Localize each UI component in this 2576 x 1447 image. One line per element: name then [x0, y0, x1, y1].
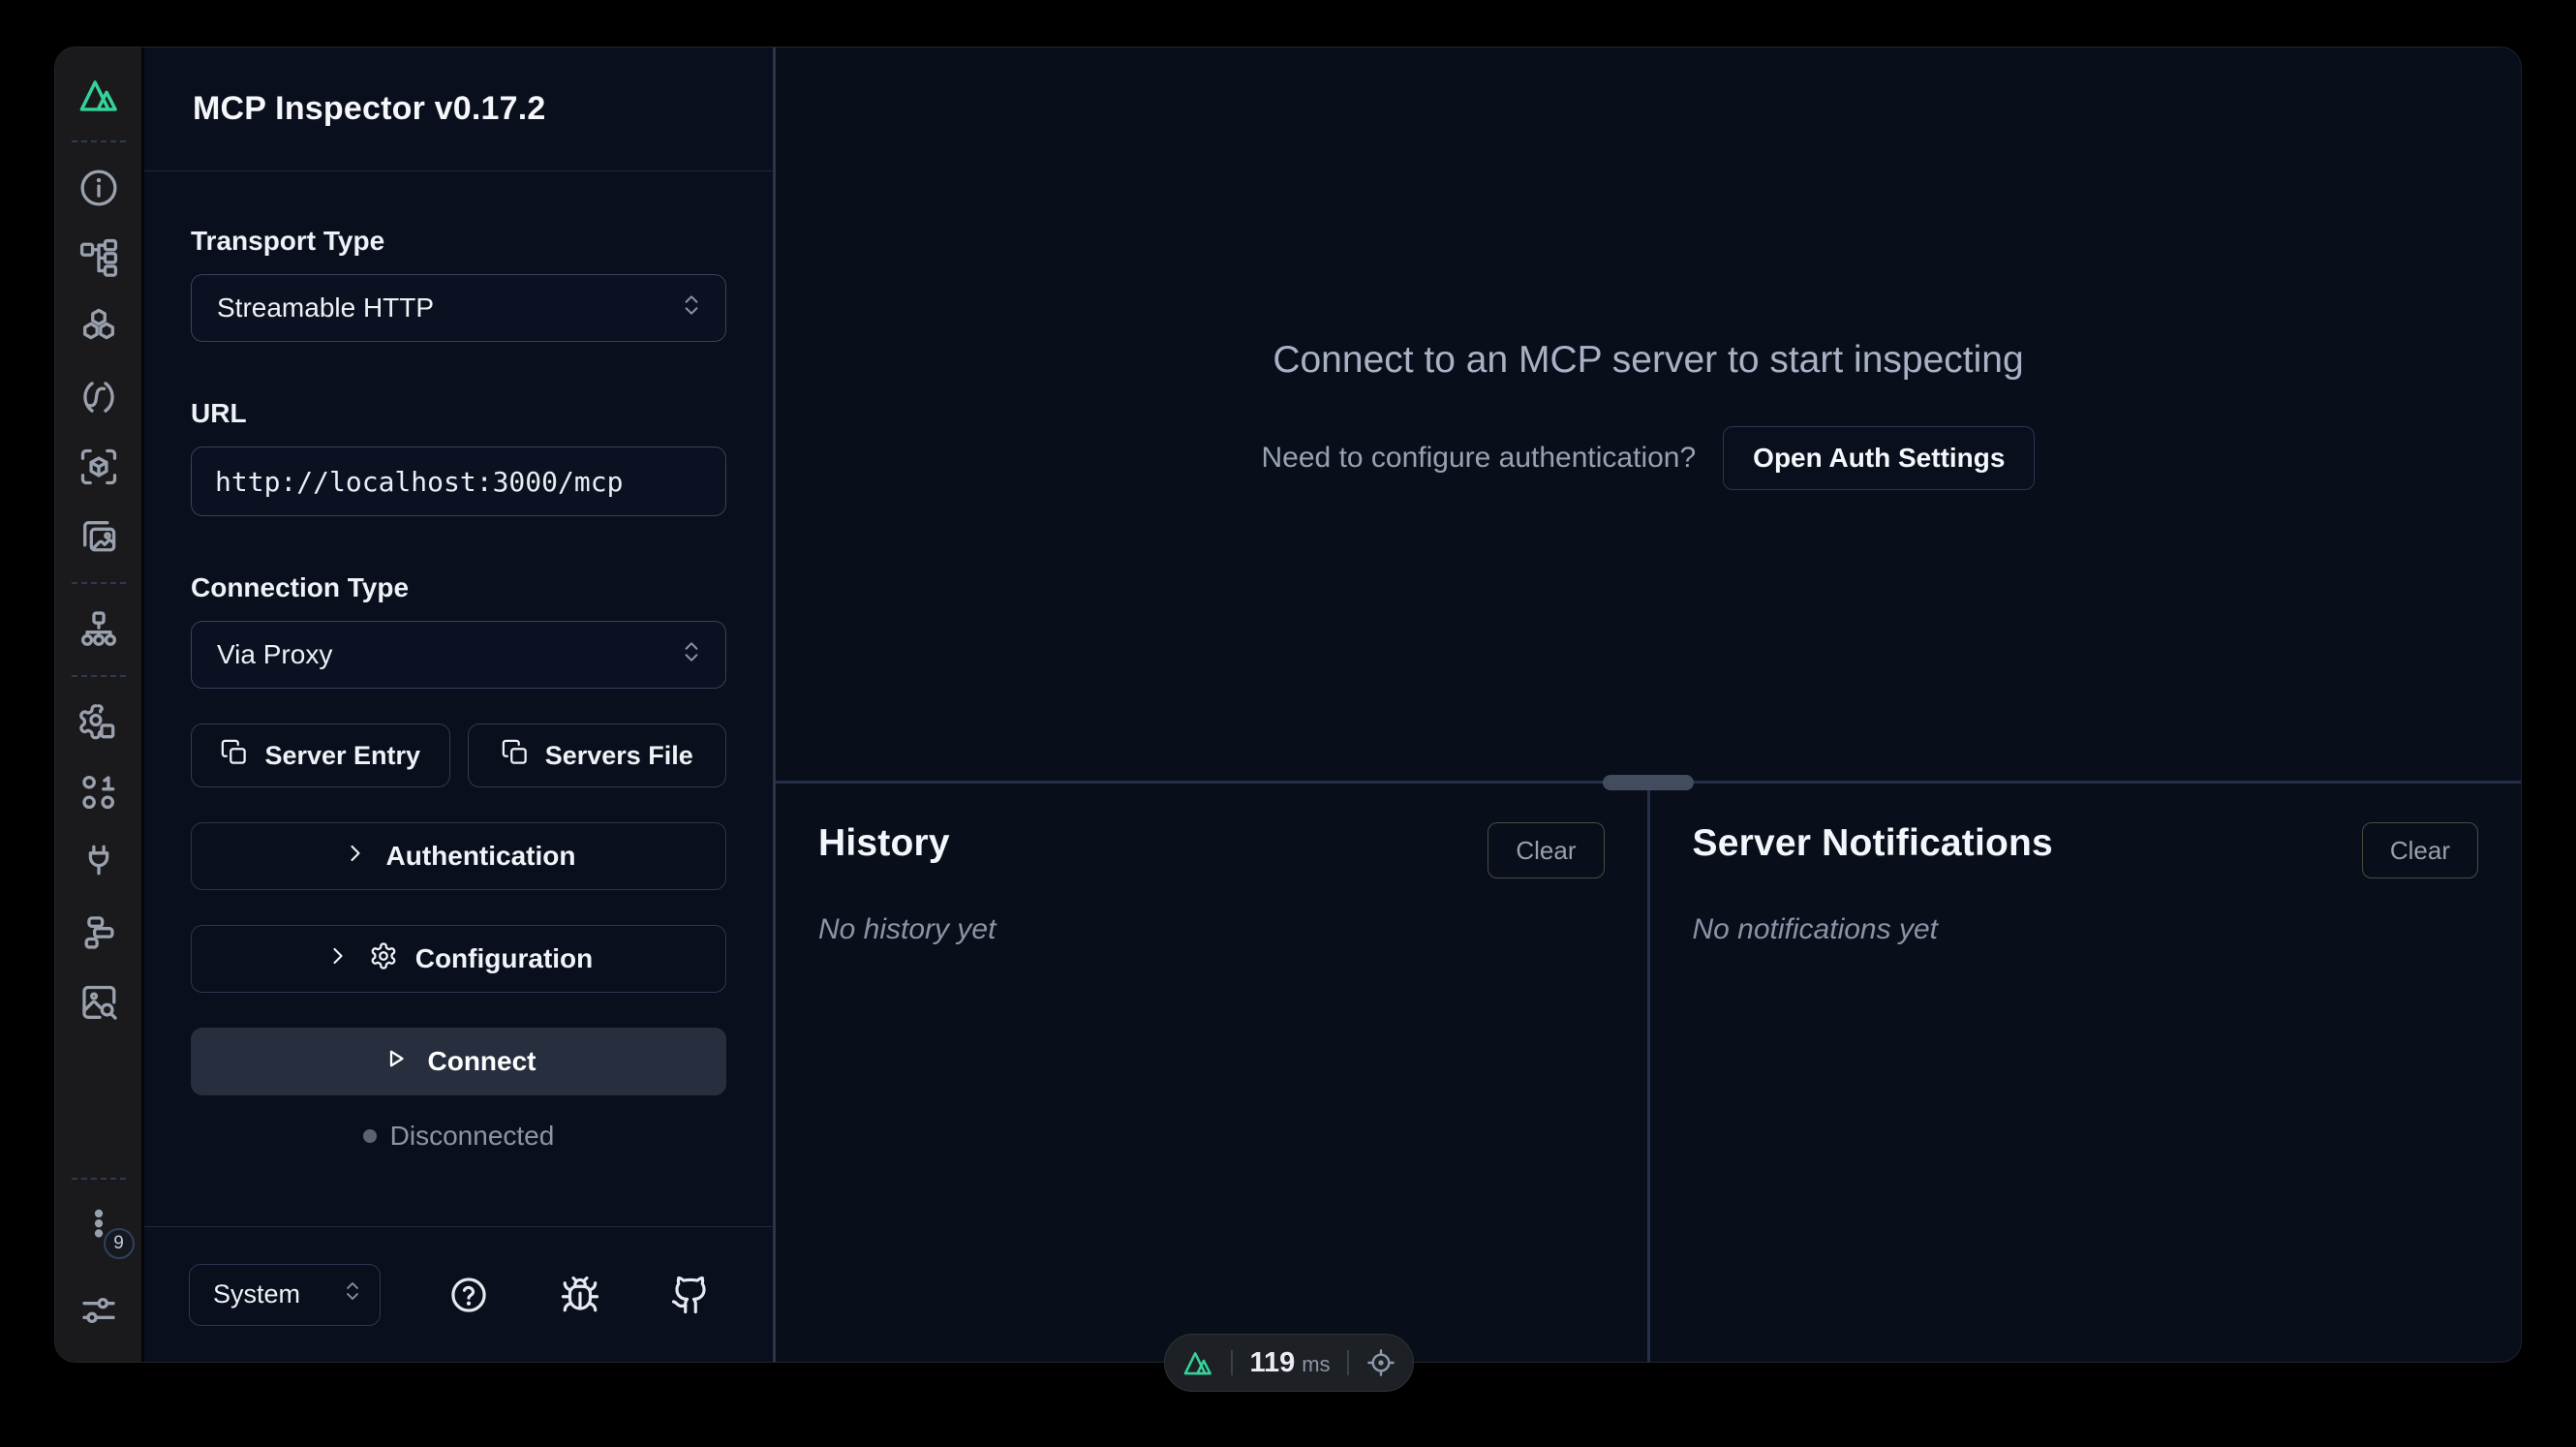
server-notifications-panel: Server Notifications Clear No notificati… [1650, 784, 2522, 1362]
configuration-toggle[interactable]: Configuration [191, 925, 726, 993]
app-logo-icon [1181, 1346, 1214, 1379]
latency-value: 119 [1249, 1347, 1295, 1379]
rail-divider [72, 140, 126, 142]
rail-divider [72, 675, 126, 677]
connection-panel: MCP Inspector v0.17.2 Transport Type Str… [144, 47, 776, 1362]
splitter-drag-handle[interactable] [1603, 775, 1694, 790]
icon-rail: 9 [55, 47, 144, 1362]
notifications-clear-button[interactable]: Clear [2362, 822, 2478, 878]
server-entry-button[interactable]: Server Entry [191, 724, 450, 787]
info-icon[interactable] [77, 166, 121, 210]
history-panel: History Clear No history yet [776, 784, 1650, 1362]
horizontal-splitter [776, 781, 2521, 784]
chevron-right-icon [342, 840, 369, 874]
sitemap-icon[interactable] [77, 607, 121, 652]
history-title: History [818, 822, 950, 865]
chevrons-up-down-icon [679, 639, 704, 671]
github-icon[interactable] [668, 1273, 713, 1317]
theme-select[interactable]: System [189, 1264, 381, 1326]
blocks-icon[interactable] [77, 909, 121, 954]
connect-button[interactable]: Connect [191, 1028, 726, 1095]
app-title: MCP Inspector v0.17.2 [193, 90, 546, 128]
workflow-icon[interactable] [77, 235, 121, 280]
pill-divider [1347, 1350, 1349, 1375]
chevron-right-icon [324, 942, 352, 976]
panel-header: MCP Inspector v0.17.2 [144, 47, 773, 171]
chevrons-up-down-icon [341, 1279, 364, 1309]
connection-status: Disconnected [191, 1121, 726, 1152]
transport-type-label: Transport Type [191, 226, 726, 257]
empty-state: Connect to an MCP server to start inspec… [776, 47, 2521, 781]
main-area: Connect to an MCP server to start inspec… [776, 47, 2521, 1362]
chevrons-up-down-icon [679, 292, 704, 324]
scan-cube-icon[interactable] [77, 445, 121, 489]
app-logo-icon[interactable] [77, 73, 121, 117]
more-options-icon[interactable]: 9 [77, 1203, 121, 1247]
hexagons-icon[interactable] [77, 305, 121, 350]
images-icon[interactable] [77, 514, 121, 559]
history-clear-button[interactable]: Clear [1487, 822, 1604, 878]
latency-unit: ms [1302, 1352, 1330, 1377]
notifications-empty-text: No notifications yet [1693, 913, 2479, 946]
notification-count-badge: 9 [104, 1228, 135, 1259]
connection-form: Transport Type Streamable HTTP URL Conne… [144, 171, 773, 1152]
url-label: URL [191, 398, 726, 429]
help-icon[interactable] [446, 1273, 491, 1317]
rail-divider [72, 582, 126, 584]
bug-icon[interactable] [558, 1273, 602, 1317]
locate-target-icon[interactable] [1365, 1347, 1396, 1378]
copy-icon [220, 738, 249, 774]
settings-gear-icon[interactable] [77, 700, 121, 745]
connection-type-select[interactable]: Via Proxy [191, 621, 726, 689]
status-dot-icon [363, 1129, 377, 1143]
open-auth-settings-button[interactable]: Open Auth Settings [1723, 426, 2035, 490]
history-empty-text: No history yet [818, 913, 1605, 946]
auth-question: Need to configure authentication? [1262, 442, 1697, 475]
image-search-icon[interactable] [77, 979, 121, 1024]
connection-type-label: Connection Type [191, 572, 726, 603]
gear-icon [369, 941, 398, 977]
copy-icon [501, 738, 530, 774]
binary-icon[interactable] [77, 770, 121, 815]
url-input[interactable] [191, 446, 726, 516]
transport-type-select[interactable]: Streamable HTTP [191, 274, 726, 342]
servers-file-button[interactable]: Servers File [468, 724, 727, 787]
authentication-toggle[interactable]: Authentication [191, 822, 726, 890]
play-icon [382, 1044, 411, 1080]
notifications-title: Server Notifications [1693, 822, 2053, 865]
rail-divider [72, 1178, 126, 1180]
plug-icon[interactable] [77, 840, 121, 884]
panel-footer: System [144, 1226, 773, 1362]
filters-icon[interactable] [77, 1288, 121, 1333]
pill-divider [1231, 1350, 1233, 1375]
app-window: 9 MCP Inspector v0.17.2 Transport Type S… [54, 46, 2522, 1363]
empty-state-heading: Connect to an MCP server to start inspec… [1273, 339, 2023, 382]
function-icon[interactable] [77, 375, 121, 419]
latency-pill: 119 ms [1164, 1334, 1414, 1392]
